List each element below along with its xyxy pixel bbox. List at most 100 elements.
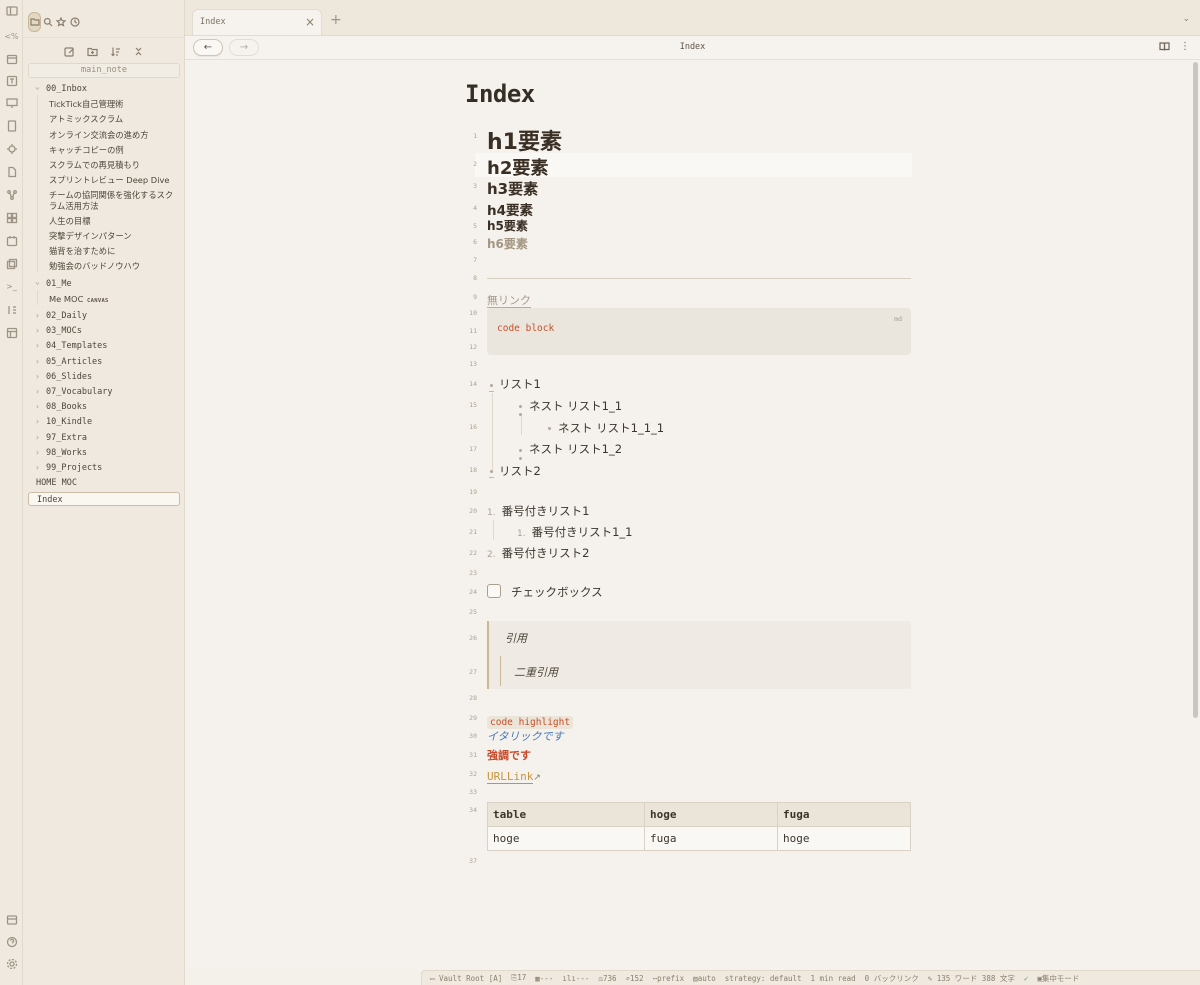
collapse-all-icon[interactable] xyxy=(132,45,145,57)
recent-tab[interactable] xyxy=(68,12,81,32)
plugin-icon[interactable] xyxy=(5,142,18,155)
copy-icon[interactable] xyxy=(5,257,18,270)
sort-order-icon[interactable] xyxy=(109,45,122,57)
graph-icon[interactable] xyxy=(5,188,18,201)
daily-note-icon[interactable] xyxy=(5,165,18,178)
chevron-right-icon[interactable]: › xyxy=(35,462,40,474)
terminal-icon[interactable]: >_ xyxy=(5,280,18,293)
grid-icon[interactable] xyxy=(5,211,18,224)
list-item[interactable]: リスト2 xyxy=(499,463,541,479)
ordered-number: 2. xyxy=(487,550,496,560)
vault-name[interactable]: main_note xyxy=(28,63,180,78)
auto-status[interactable]: ▤auto xyxy=(693,974,716,983)
ordered-item[interactable]: 2. 番号付きリスト2 xyxy=(487,545,589,561)
list-item[interactable]: ネスト リスト1_1_1 xyxy=(558,420,664,436)
new-note-icon[interactable] xyxy=(63,45,76,57)
ordered-item[interactable]: 1. 番号付きリスト1_1 xyxy=(517,524,632,540)
list-item[interactable]: リスト1 xyxy=(499,376,541,392)
heading-2[interactable]: h2要素 xyxy=(487,154,548,180)
chevron-right-icon[interactable]: › xyxy=(35,340,40,352)
heading-1[interactable]: h1要素 xyxy=(487,124,562,156)
close-icon[interactable]: × xyxy=(305,15,315,29)
focus-mode-status[interactable]: ▣集中モード xyxy=(1037,973,1079,984)
list-item[interactable]: ネスト リスト1_1 xyxy=(529,398,622,414)
table-header-cell[interactable]: table xyxy=(487,802,645,827)
sidebar-toggle-icon[interactable] xyxy=(5,4,18,17)
list-bullet[interactable] xyxy=(490,470,493,473)
table-header-cell[interactable]: hoge xyxy=(644,802,778,827)
search-tab[interactable] xyxy=(41,12,54,32)
tab-title: Index xyxy=(200,17,226,27)
heading-4[interactable]: h4要素 xyxy=(487,199,533,219)
list-indent-guide xyxy=(493,520,494,540)
command-icon[interactable]: <% xyxy=(4,30,18,43)
more-options-icon[interactable]: ⋮ xyxy=(1180,41,1190,52)
task-checkbox[interactable] xyxy=(487,584,501,598)
word-count-text: 135 ワード 388 文字 xyxy=(936,973,1015,983)
table-cell[interactable]: hoge xyxy=(777,826,911,851)
prefix-status[interactable]: ⋯prefix xyxy=(653,974,685,983)
tab-index[interactable]: Index × xyxy=(192,9,322,35)
vault-switcher-icon[interactable] xyxy=(5,913,18,926)
chevron-right-icon[interactable]: › xyxy=(35,325,40,337)
new-tab-icon[interactable]: + xyxy=(330,12,342,28)
editor-scrollbar[interactable] xyxy=(1193,62,1198,718)
sync-ok-icon[interactable]: ✓ xyxy=(1024,974,1029,983)
strategy-status[interactable]: strategy: default xyxy=(725,974,802,983)
chevron-down-icon[interactable]: ⌄ xyxy=(35,81,40,93)
auto-text: auto xyxy=(697,973,716,983)
chevron-right-icon[interactable]: › xyxy=(35,386,40,398)
unresolved-link[interactable]: 無リンク xyxy=(487,294,531,308)
url-link[interactable]: URLLink xyxy=(487,770,534,784)
files-tab[interactable] xyxy=(28,12,41,32)
heading-5[interactable]: h5要素 xyxy=(487,217,528,234)
italic-text[interactable]: イタリックです xyxy=(487,728,564,744)
backlinks-status[interactable]: 0 バックリンク xyxy=(865,973,919,984)
chevron-right-icon[interactable]: › xyxy=(35,371,40,383)
list-item[interactable]: ネスト リスト1_2 xyxy=(529,441,622,457)
calendar-2-icon[interactable] xyxy=(5,234,18,247)
ordered-item[interactable]: 1. 番号付きリスト1 xyxy=(487,503,589,519)
list-bullet[interactable] xyxy=(548,427,551,430)
reading-view-icon[interactable] xyxy=(1159,41,1170,52)
layout-icon[interactable] xyxy=(5,326,18,339)
calendar-icon[interactable] xyxy=(5,52,18,65)
new-folder-icon[interactable] xyxy=(86,45,99,57)
chevron-right-icon[interactable]: › xyxy=(35,416,40,428)
chevron-right-icon[interactable]: › xyxy=(35,310,40,322)
heading-6[interactable]: h6要素 xyxy=(487,235,528,252)
vault-root-status[interactable]: ▭ Vault Root [A] xyxy=(430,974,502,983)
table-header-cell[interactable]: fuga xyxy=(777,802,911,827)
inline-code-line: code highlight xyxy=(487,710,574,729)
editor[interactable]: Index 1 2 3 4 5 6 7 8 9 10 11 12 13 14 1… xyxy=(185,60,1200,970)
blockquote[interactable]: 引用 二重引用 xyxy=(487,621,911,689)
view-title[interactable]: Index xyxy=(185,42,1200,52)
file-item-selected[interactable]: Index xyxy=(28,492,180,507)
task-text[interactable]: チェックボックス xyxy=(511,584,603,600)
bookmark-icon[interactable] xyxy=(5,119,18,132)
list-bullet[interactable] xyxy=(490,384,493,387)
chevron-right-icon[interactable]: › xyxy=(35,356,40,368)
status-bar: ▭ Vault Root [A] ⎘17 ▦--- ılı--- ⚖736 ⌕1… xyxy=(421,970,1200,985)
heading-3[interactable]: h3要素 xyxy=(487,178,538,199)
inline-title[interactable]: Index xyxy=(465,80,535,108)
list-bullet[interactable] xyxy=(519,449,522,452)
chevron-down-icon[interactable]: ⌄ xyxy=(1182,14,1190,24)
table-cell[interactable]: hoge xyxy=(487,826,645,851)
presentation-icon[interactable] xyxy=(5,96,18,109)
chevron-down-icon[interactable]: ⌄ xyxy=(35,276,40,288)
table-cell[interactable]: fuga xyxy=(644,826,778,851)
settings-gear-icon[interactable] xyxy=(5,957,18,970)
help-icon[interactable] xyxy=(5,935,18,948)
template-icon[interactable] xyxy=(5,74,18,87)
list-bullet[interactable] xyxy=(519,405,522,408)
markdown-table[interactable]: table hoge fuga hoge fuga hoge xyxy=(487,802,911,851)
chevron-right-icon[interactable]: › xyxy=(35,432,40,444)
links-count-status[interactable]: ⎘17 xyxy=(511,973,526,983)
sort-icon[interactable] xyxy=(5,303,18,316)
chevron-right-icon[interactable]: › xyxy=(35,447,40,459)
code-block[interactable]: md code block xyxy=(487,308,911,355)
strong-text[interactable]: 強調です xyxy=(487,747,531,763)
bookmarks-tab[interactable] xyxy=(54,12,67,32)
chevron-right-icon[interactable]: › xyxy=(35,401,40,413)
